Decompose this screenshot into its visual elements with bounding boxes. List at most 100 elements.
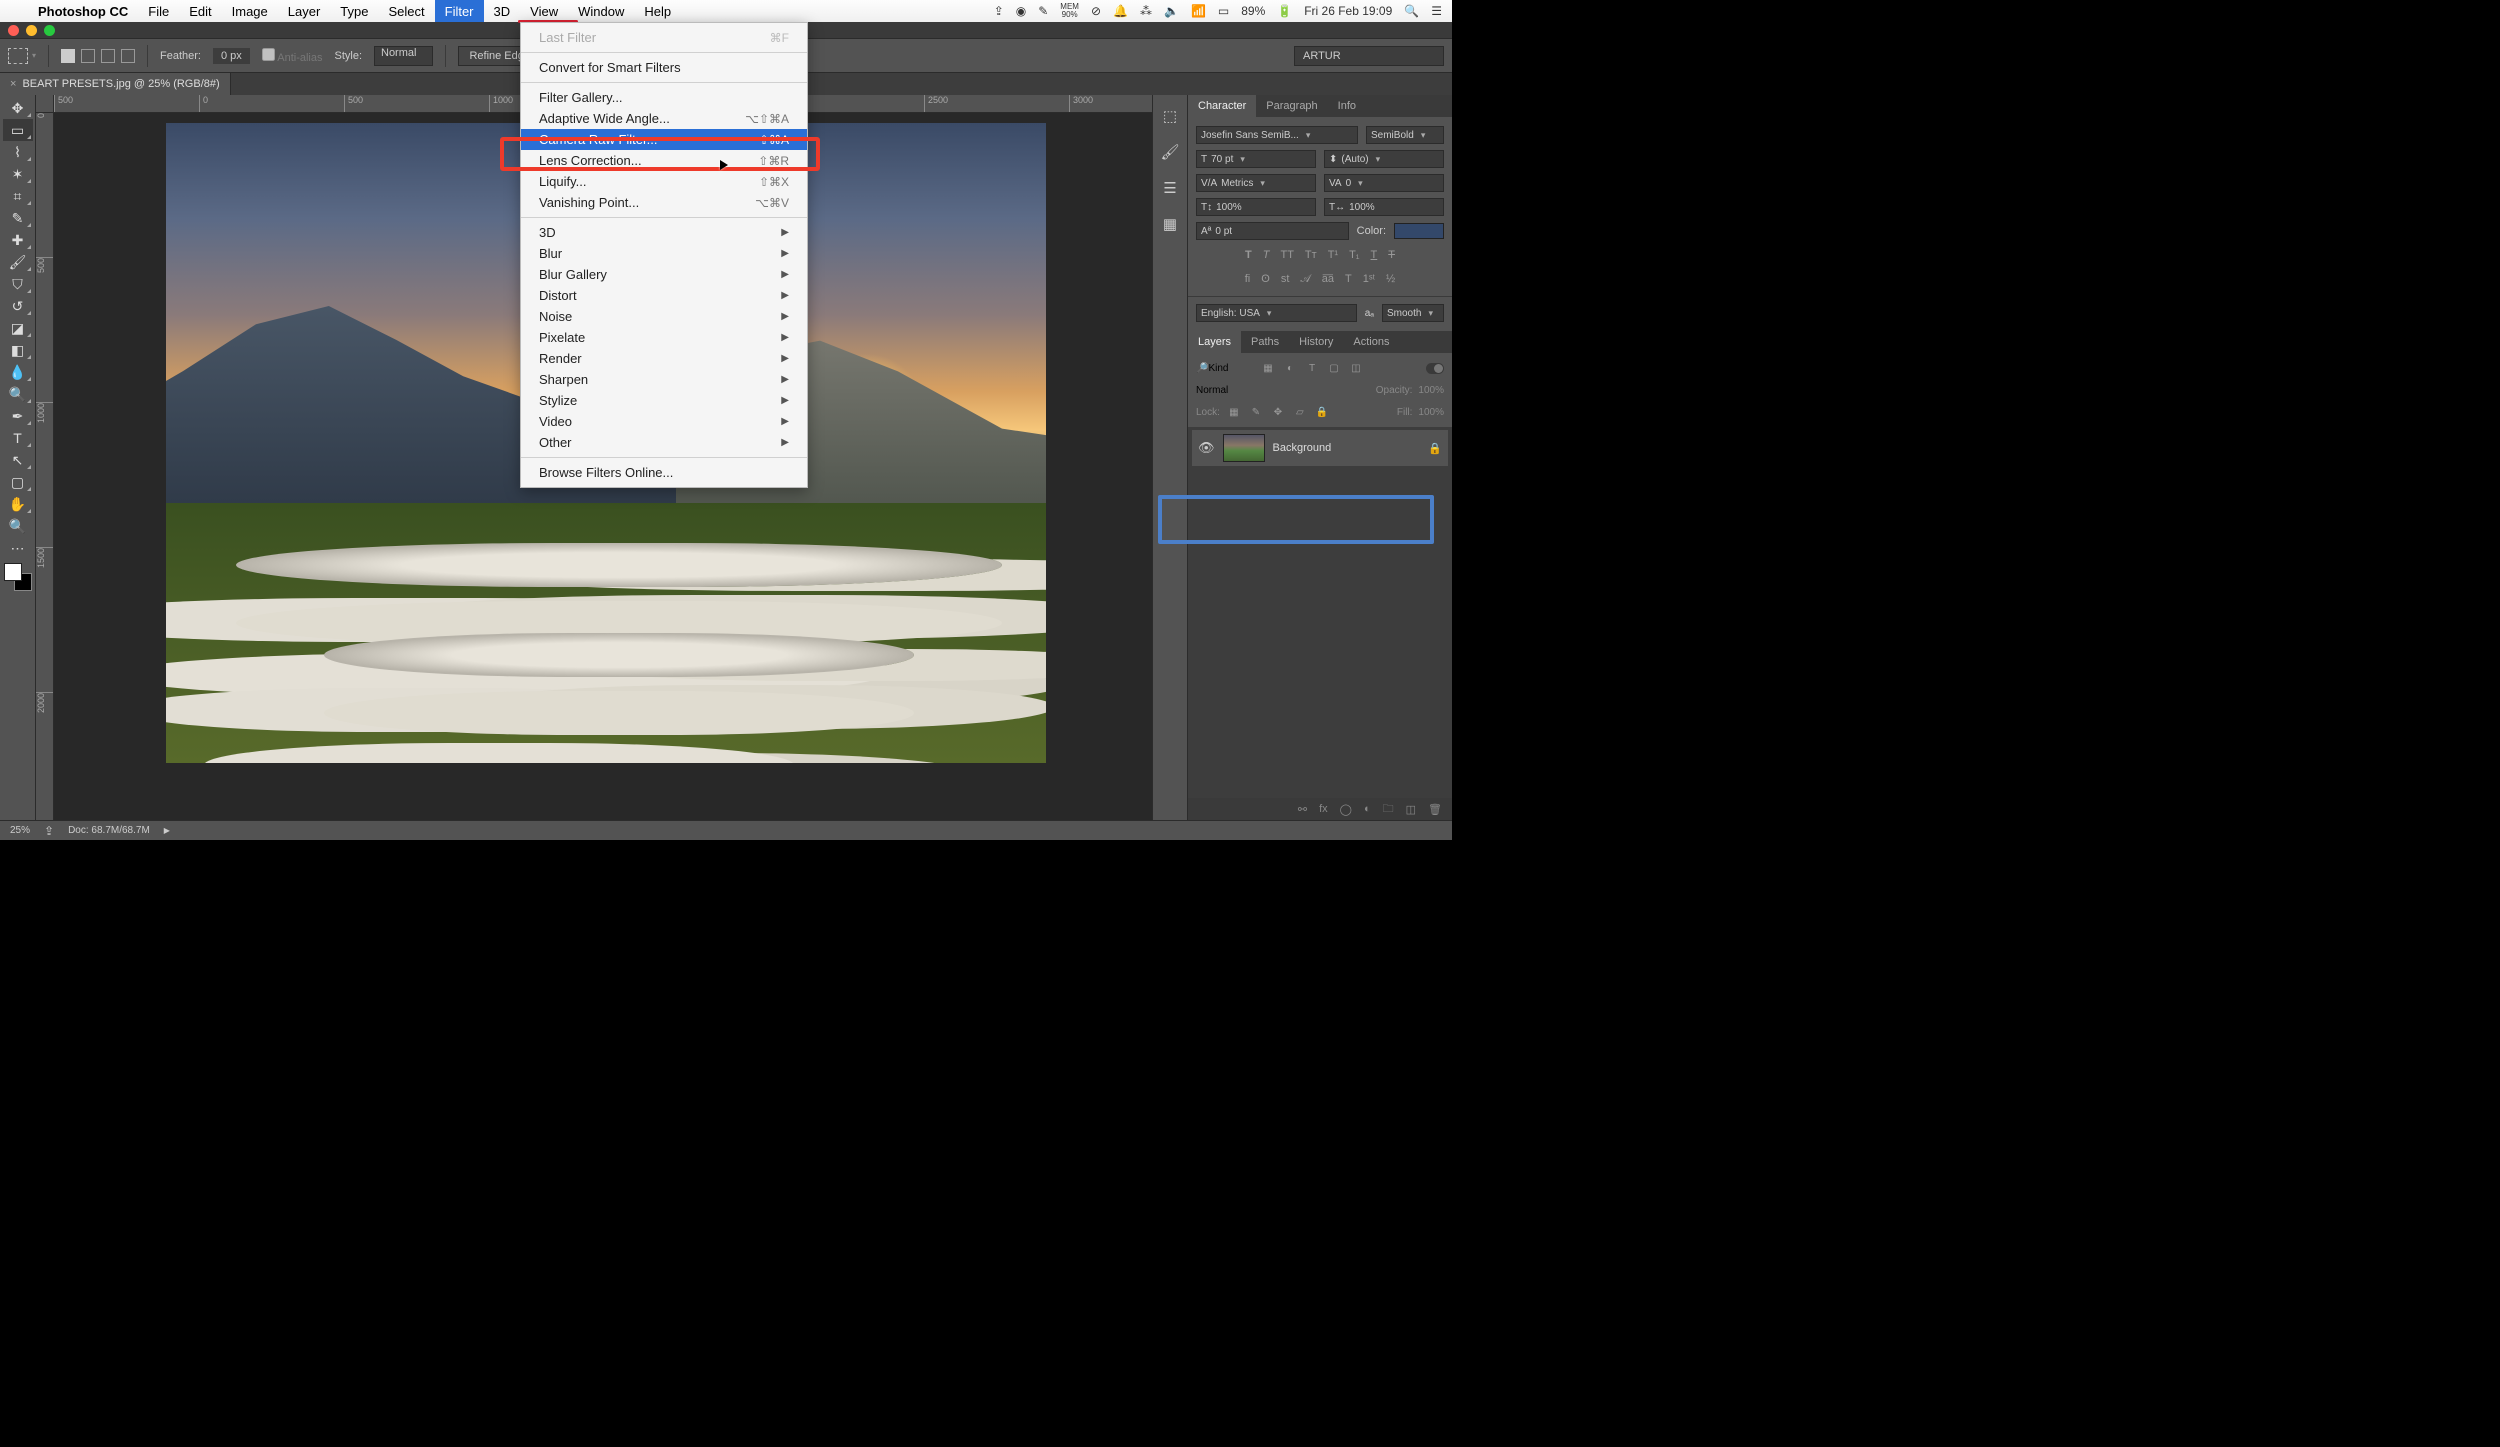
italic-icon[interactable]: T	[1263, 249, 1270, 261]
bluetooth-icon[interactable]: ⁂	[1140, 4, 1152, 18]
ordinals-icon[interactable]: 1ˢᵗ	[1363, 273, 1375, 286]
layer-visibility-icon[interactable]: 👁	[1198, 440, 1215, 456]
submenu-noise[interactable]: Noise▶	[521, 306, 807, 327]
tab-history[interactable]: History	[1289, 331, 1343, 353]
font-weight-select[interactable]: SemiBold	[1366, 126, 1444, 144]
doc-size[interactable]: Doc: 68.7M/68.7M	[68, 825, 150, 836]
history-brush-tool[interactable]: ↺	[3, 295, 33, 317]
lock-all-icon[interactable]: 🔒	[1314, 405, 1330, 419]
filter-adjustment-icon[interactable]: ◐	[1282, 361, 1298, 375]
edit-toolbar[interactable]: ⋯	[3, 537, 33, 559]
fill-value[interactable]: 100%	[1418, 407, 1444, 418]
blur-tool[interactable]: 💧	[3, 361, 33, 383]
selection-add-icon[interactable]	[81, 49, 95, 63]
submenu-stylize[interactable]: Stylize▶	[521, 390, 807, 411]
properties-panel-icon[interactable]: ▦	[1163, 215, 1177, 233]
discretionary-icon[interactable]: st	[1281, 273, 1290, 286]
minimize-window-icon[interactable]	[26, 25, 37, 36]
pen-tool[interactable]: ✒	[3, 405, 33, 427]
hand-tool[interactable]: ✋	[3, 493, 33, 515]
tab-paths[interactable]: Paths	[1241, 331, 1289, 353]
maximize-window-icon[interactable]	[44, 25, 55, 36]
path-select-tool[interactable]: ↖	[3, 449, 33, 471]
menu-help[interactable]: Help	[634, 0, 681, 22]
superscript-icon[interactable]: T¹	[1328, 249, 1338, 261]
menu-convert-smart[interactable]: Convert for Smart Filters	[521, 57, 807, 78]
text-color-swatch[interactable]	[1394, 223, 1444, 239]
menu-type[interactable]: Type	[330, 0, 378, 22]
adjustments-panel-icon[interactable]: ☰	[1163, 179, 1176, 197]
adjustment-layer-icon[interactable]: ◐	[1364, 803, 1371, 815]
submenu-blur[interactable]: Blur▶	[521, 243, 807, 264]
filter-toggle[interactable]	[1426, 363, 1444, 374]
strike-icon[interactable]: T	[1388, 249, 1395, 261]
menu-edit[interactable]: Edit	[179, 0, 221, 22]
type-tool[interactable]: T	[3, 427, 33, 449]
selection-subtract-icon[interactable]	[101, 49, 115, 63]
lock-pixels-icon[interactable]: ▦	[1226, 405, 1242, 419]
tab-character[interactable]: Character	[1188, 95, 1256, 117]
submenu-other[interactable]: Other▶	[521, 432, 807, 453]
layer-row-background[interactable]: 👁 Background 🔒	[1192, 430, 1448, 466]
font-family-select[interactable]: Josefin Sans SemiB...	[1196, 126, 1358, 144]
menu-filter[interactable]: Filter	[435, 0, 484, 22]
move-tool[interactable]: ✥	[3, 97, 33, 119]
opacity-value[interactable]: 100%	[1418, 385, 1444, 396]
brush-tool[interactable]: 🖌	[3, 251, 33, 273]
submenu-sharpen[interactable]: Sharpen▶	[521, 369, 807, 390]
gradient-tool[interactable]: ◧	[3, 339, 33, 361]
link-layers-icon[interactable]: ⚯	[1298, 803, 1307, 816]
mute-icon[interactable]: ⊘	[1091, 4, 1101, 18]
quick-select-tool[interactable]: ✶	[3, 163, 33, 185]
tab-actions[interactable]: Actions	[1343, 331, 1399, 353]
eraser-tool[interactable]: ◪	[3, 317, 33, 339]
eyedropper-tool[interactable]: ✎	[3, 207, 33, 229]
filter-shape-icon[interactable]: ▢	[1326, 361, 1342, 375]
tab-info[interactable]: Info	[1328, 95, 1366, 117]
group-icon[interactable]: 🗀	[1383, 800, 1394, 819]
current-tool-icon[interactable]	[8, 48, 28, 64]
leading-field[interactable]: ⬍ (Auto)	[1324, 150, 1444, 168]
style-select[interactable]: Normal	[374, 46, 433, 66]
share-icon[interactable]: ⇪	[44, 824, 54, 838]
close-window-icon[interactable]	[8, 25, 19, 36]
menu-image[interactable]: Image	[222, 0, 278, 22]
tab-layers[interactable]: Layers	[1188, 331, 1241, 353]
submenu-distort[interactable]: Distort▶	[521, 285, 807, 306]
marquee-tool[interactable]: ▭	[3, 119, 33, 141]
bold-icon[interactable]: T	[1245, 249, 1252, 261]
submenu-3d[interactable]: 3D▶	[521, 222, 807, 243]
color-swatches[interactable]	[4, 563, 32, 591]
dropbox-icon[interactable]: ⇪	[994, 4, 1004, 18]
ruler-vertical[interactable]: 05001000150020002500300035004000	[36, 113, 54, 820]
healing-tool[interactable]: ✚	[3, 229, 33, 251]
evernote-icon[interactable]: ✎	[1038, 4, 1048, 18]
submenu-pixelate[interactable]: Pixelate▶	[521, 327, 807, 348]
menu-extras-icon[interactable]: ☰	[1431, 4, 1442, 18]
delete-layer-icon[interactable]: 🗑	[1428, 803, 1442, 816]
battery-icon[interactable]: 🔋	[1277, 4, 1292, 18]
font-size-field[interactable]: T 70 pt	[1196, 150, 1316, 168]
layer-filter-kind[interactable]: 🔎Kind	[1196, 363, 1254, 374]
cc-icon[interactable]: ◉	[1016, 4, 1026, 18]
submenu-video[interactable]: Video▶	[521, 411, 807, 432]
menu-liquify[interactable]: Liquify...⇧⌘X	[521, 171, 807, 192]
menu-layer[interactable]: Layer	[278, 0, 331, 22]
submenu-render[interactable]: Render▶	[521, 348, 807, 369]
layer-style-icon[interactable]: fx	[1319, 803, 1328, 815]
menu-vanishing-point[interactable]: Vanishing Point...⌥⌘V	[521, 192, 807, 213]
volume-icon[interactable]: 🔈	[1164, 4, 1179, 18]
ruler-origin[interactable]	[36, 95, 54, 113]
filter-pixel-icon[interactable]: ▦	[1260, 361, 1276, 375]
filter-type-icon[interactable]: T	[1304, 361, 1320, 375]
tab-paragraph[interactable]: Paragraph	[1256, 95, 1327, 117]
antialias-select[interactable]: Smooth	[1382, 304, 1444, 322]
menu-3d[interactable]: 3D	[484, 0, 521, 22]
menu-select[interactable]: Select	[378, 0, 434, 22]
ligatures-icon[interactable]: fi	[1245, 273, 1251, 286]
allcaps-icon[interactable]: TT	[1280, 249, 1293, 261]
underline-icon[interactable]: T	[1371, 249, 1378, 261]
layer-name[interactable]: Background	[1273, 442, 1332, 454]
baseline-field[interactable]: Aª 0 pt	[1196, 222, 1349, 240]
swash-icon[interactable]: 𝒜	[1300, 273, 1310, 286]
